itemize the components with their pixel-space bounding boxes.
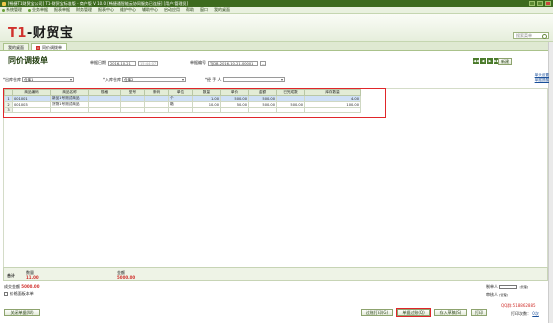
menu-assist[interactable]: 辅助中心 xyxy=(142,7,158,13)
auditor-field: 审核人 [管理] xyxy=(486,292,508,297)
vertical-scrollbar[interactable] xyxy=(548,42,553,323)
help-links: 单头设置 单据提醒 xyxy=(535,73,549,83)
prev-record-button[interactable]: ◀ xyxy=(480,58,486,64)
qq-group-text: QQ群:518862885 xyxy=(501,303,536,308)
maker-input[interactable] xyxy=(499,285,518,289)
save-draft-button[interactable]: 存入草稿(S) xyxy=(434,309,467,316)
menu-report-docs[interactable]: 报表单据 xyxy=(54,7,70,13)
close-icon[interactable] xyxy=(545,1,551,6)
tab-desktop[interactable]: 我的桌面 xyxy=(3,43,29,50)
table-cell[interactable] xyxy=(168,107,193,113)
menu-finance[interactable]: 财务管理 xyxy=(76,7,92,13)
minimize-icon[interactable] xyxy=(529,1,535,6)
table-cell: 3 xyxy=(4,107,13,113)
chevron-down-icon xyxy=(70,79,72,81)
handler-select[interactable] xyxy=(222,77,285,82)
in-warehouse-field: *入库仓库 仓库2 xyxy=(103,77,186,83)
chevron-down-icon xyxy=(182,79,184,81)
totals-label: 合计 xyxy=(7,273,15,278)
menu-dot-icon xyxy=(2,8,5,12)
grid-empty-area xyxy=(3,118,548,267)
maximize-icon[interactable] xyxy=(537,1,543,6)
menu-window[interactable]: 窗口 xyxy=(200,7,208,13)
app-icon xyxy=(2,1,6,6)
menu-business-docs[interactable]: 业务单据 xyxy=(28,7,48,13)
window-controls xyxy=(529,1,551,6)
next-record-button[interactable]: ▶ xyxy=(487,58,493,64)
post-print-button[interactable]: 过账打印(G) xyxy=(361,309,393,316)
first-record-button[interactable]: ◀◀ xyxy=(473,58,479,64)
line-items-grid: 商品编码 商品名称 规格 型号 条码 单位 数量 单价 金额 已完成数 库存数量… xyxy=(3,88,386,118)
close-tab-icon[interactable]: × xyxy=(36,46,40,50)
menu-apps[interactable]: 启动应用 xyxy=(164,7,180,13)
menu-search-input[interactable]: 搜索菜单 xyxy=(513,32,549,39)
line-items-table: 商品编码 商品名称 规格 型号 条码 单位 数量 单价 金额 已完成数 库存数量… xyxy=(4,89,361,113)
memo-checkbox-row[interactable]: 价格面板本单 xyxy=(4,291,34,297)
handler-field: *经 手 人 xyxy=(205,77,285,83)
record-navigator: ◀◀ ◀ ▶ ▶▶ xyxy=(473,58,500,64)
table-cell[interactable] xyxy=(120,107,145,113)
search-icon[interactable] xyxy=(542,33,547,39)
post-document-button[interactable]: 单据过账(Q) xyxy=(396,308,431,317)
total-amount: 金额 5000.00 xyxy=(117,270,136,280)
table-row[interactable]: 3 xyxy=(4,107,361,113)
menu-bar: 系统管理 业务单据 报表单据 财务管理 报表中心 维护中心 辅助中心 启动应用 … xyxy=(0,7,553,14)
print-count: 打印次数： 0次 xyxy=(511,311,539,316)
maker-field: 制单人 [管理] xyxy=(486,284,528,289)
brand-logo: T1-财贸宝 xyxy=(8,26,74,41)
tab-transfer-order[interactable]: × 同价调拨单 xyxy=(31,43,67,50)
table-cell[interactable] xyxy=(50,107,89,113)
new-button[interactable]: 新建 xyxy=(498,58,512,65)
out-warehouse-select[interactable]: 仓库1 xyxy=(22,77,74,82)
date-input[interactable]: 2016-10-21 xyxy=(108,60,136,66)
number-field: 单据编号 TJDB-2016-10-21-00001 … xyxy=(190,60,266,66)
out-warehouse-field: *出库仓库 仓库1 xyxy=(3,77,74,83)
table-cell[interactable] xyxy=(88,107,121,113)
menu-desktop[interactable]: 我的桌面 xyxy=(214,7,230,13)
summary-amount: 成交金额 5000.00 xyxy=(4,284,40,289)
window-title-bar: [畅捷T1财贸宝公司] T1-财贸宝标准版 - 商户版 V 10.0 [畅捷通智… xyxy=(0,0,553,7)
doc-reminder-link[interactable]: 单据提醒 xyxy=(535,78,549,83)
filter-row: *出库仓库 仓库1 *入库仓库 仓库2 *经 手 人 xyxy=(3,76,386,83)
table-cell[interactable] xyxy=(304,107,361,113)
table-cell[interactable] xyxy=(12,107,51,113)
time-input[interactable]: 15:44:07 xyxy=(138,60,158,66)
in-warehouse-select[interactable]: 仓库2 xyxy=(122,77,186,82)
table-cell[interactable] xyxy=(248,107,277,113)
menu-reports[interactable]: 报表中心 xyxy=(98,7,114,13)
window-title: [畅捷T1财贸宝公司] T1-财贸宝标准版 - 商户版 V 10.0 [畅捷通智… xyxy=(8,0,189,6)
menu-help[interactable]: 帮助 xyxy=(186,7,194,13)
brand-header: T1-财贸宝 搜索菜单 xyxy=(0,14,553,42)
tab-strip: 我的桌面 × 同价调拨单 xyxy=(0,42,553,51)
grid-empty-area xyxy=(386,88,548,118)
total-quantity: 数量 11.00 xyxy=(26,270,39,280)
date-field: 单据日期 2016-10-21 15:44:07 xyxy=(90,60,158,66)
table-cell[interactable] xyxy=(220,107,249,113)
number-lookup-button[interactable]: … xyxy=(260,60,266,66)
menu-system[interactable]: 系统管理 xyxy=(2,7,22,13)
close-document-button[interactable]: 关闭单据(W) xyxy=(4,309,40,316)
menu-dot-icon xyxy=(28,8,31,12)
table-cell[interactable] xyxy=(192,107,221,113)
print-button[interactable]: 打印 xyxy=(471,309,487,316)
totals-bar: 合计 数量 11.00 金额 5000.00 xyxy=(3,267,548,281)
number-input[interactable]: TJDB-2016-10-21-00001 xyxy=(208,60,258,66)
menu-maintenance[interactable]: 维护中心 xyxy=(120,7,136,13)
chevron-down-icon xyxy=(280,79,283,81)
page-title: 同价调拨单 xyxy=(8,56,48,65)
table-cell[interactable] xyxy=(144,107,169,113)
table-cell[interactable] xyxy=(276,107,305,113)
memo-checkbox[interactable] xyxy=(4,292,8,296)
